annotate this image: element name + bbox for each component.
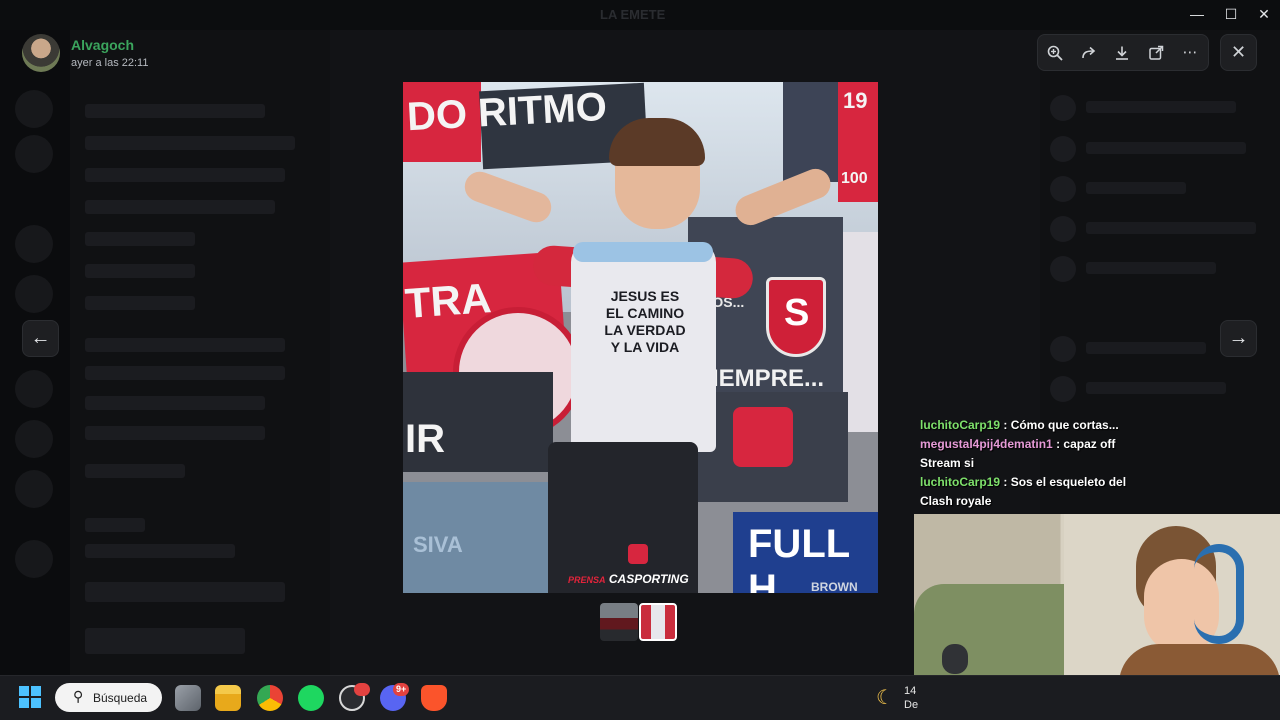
member-item[interactable] [1050,376,1240,402]
chat-message: megustal4pij4dematin1 : capaz off Stream… [920,437,1116,470]
user-panel [85,628,245,654]
channel-item[interactable] [85,168,285,182]
moon-icon[interactable]: ☾ [876,685,894,710]
server-icon[interactable] [15,225,53,263]
system-clock[interactable]: 14 De [904,684,918,712]
member-item[interactable] [1050,95,1240,121]
obs-badge [354,683,370,696]
channel-item[interactable] [85,366,285,380]
spotify-icon[interactable] [298,685,324,711]
shirt-text: JESUS ES EL CAMINO LA VERDAD Y LA VIDA [604,288,686,355]
channel-item[interactable] [85,296,195,310]
uploader-name[interactable]: Alvagoch [71,37,134,53]
banner-text: BROWN [811,580,858,593]
gallery-thumbnail-selected[interactable] [639,603,677,641]
more-icon[interactable]: ⋯ [1176,39,1204,67]
close-viewer-button[interactable]: ✕ [1220,34,1257,71]
member-item[interactable] [1050,256,1240,282]
channel-item[interactable] [85,232,195,246]
minimize-button[interactable]: — [1187,6,1207,22]
download-icon[interactable] [1108,39,1136,67]
server-icon[interactable] [15,275,53,313]
channel-item[interactable] [85,544,235,558]
search-label: Búsqueda [93,691,148,705]
banner-text: 19 [843,88,868,113]
channel-item[interactable] [85,264,195,278]
server-icon[interactable] [15,135,53,173]
member-item[interactable] [1050,216,1256,242]
channel-item[interactable] [85,582,285,602]
search-icon: ⚲ [73,688,84,704]
server-icon[interactable] [15,370,53,408]
stream-chat-overlay: luchitoCarp19 : Cómo que cortas... megus… [920,416,1140,511]
banner-text: 100 [841,170,868,187]
media-uploader: Alvagoch ayer a las 22:11 [22,34,322,74]
channel-item[interactable] [85,396,265,410]
channel-item[interactable] [85,136,295,150]
file-explorer-icon[interactable] [215,685,241,711]
member-item[interactable] [1050,176,1240,202]
channel-item[interactable] [85,104,265,118]
server-icon[interactable] [15,470,53,508]
task-view-icon[interactable] [175,685,201,711]
channel-item[interactable] [85,518,145,532]
brave-icon[interactable] [421,685,447,711]
chat-message: luchitoCarp19 : Cómo que cortas... [920,418,1119,432]
chrome-icon[interactable] [257,685,283,711]
channel-item[interactable] [85,464,185,478]
channel-item[interactable] [85,426,265,440]
server-icon[interactable] [15,540,53,578]
channel-item[interactable] [85,338,285,352]
next-arrow-icon[interactable]: → [1220,320,1257,357]
member-item[interactable] [1050,336,1240,362]
previous-arrow-icon[interactable]: ← [22,320,59,357]
external-link-icon[interactable] [1142,39,1170,67]
media-toolbar: ⋯ [1037,34,1209,71]
server-icon[interactable] [15,420,53,458]
window-close-button[interactable]: ✕ [1254,6,1274,23]
maximize-button[interactable]: ☐ [1221,6,1241,23]
screen: LA EMETE — ☐ ✕ Alvagoch ayer a las 22:11 [0,0,1280,720]
gallery-thumbnail[interactable] [600,603,638,641]
banner-text: TRA [403,274,493,327]
media-image[interactable]: DO RITMO 19 100 TRA VOS... SIEMPRE... S … [403,82,878,593]
banner-text: SIVA [413,532,463,557]
avatar[interactable] [22,34,60,72]
windows-start-icon[interactable] [19,686,41,708]
server-icon[interactable] [15,90,53,128]
zoom-icon[interactable] [1041,39,1069,67]
banner-text: IR [405,417,445,461]
image-watermark: PRENSA CASPORTING [568,572,689,586]
member-item[interactable] [1050,136,1246,162]
channel-item[interactable] [85,200,275,214]
upload-timestamp: ayer a las 22:11 [71,57,149,69]
discord-badge: 9+ [393,683,410,696]
chat-message: luchitoCarp19 : Sos el esqueleto del Cla… [920,475,1127,508]
window-title: LA EMETE [600,7,666,22]
forward-icon[interactable] [1075,39,1103,67]
